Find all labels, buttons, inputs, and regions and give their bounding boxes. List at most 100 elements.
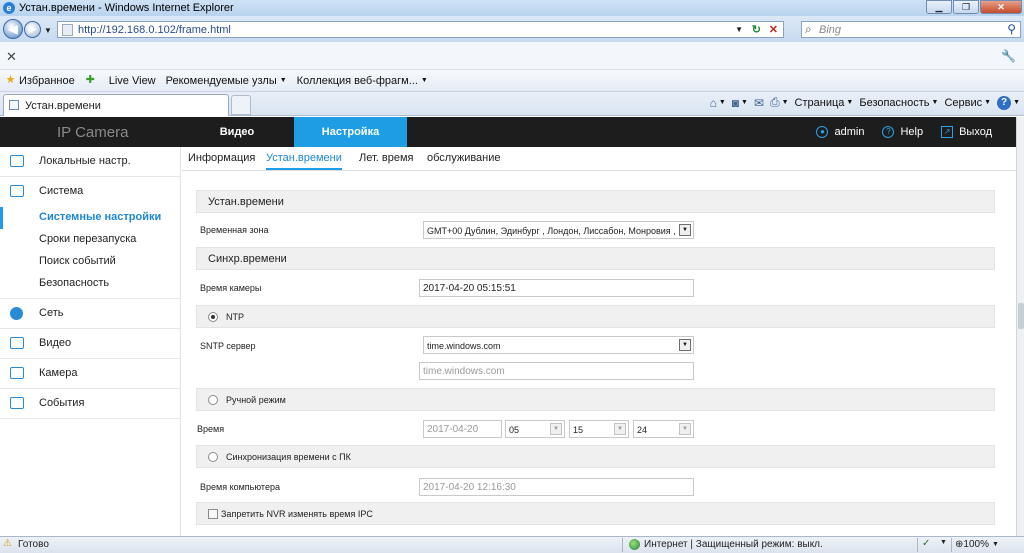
sidebar-subitem-reboot-schedule[interactable]: Сроки перезапуска: [0, 229, 180, 251]
image-icon: [10, 367, 24, 379]
close-bar-icon[interactable]: ✕: [6, 49, 17, 65]
sidebar: Локальные настр. Система Системные настр…: [0, 147, 181, 536]
zoom-control[interactable]: ⊕ 100% ▼: [955, 539, 999, 550]
favorite-suggested-sites[interactable]: e Рекомендуемые узлы ▼: [0, 75, 287, 198]
scrollbar-thumb[interactable]: [1018, 303, 1024, 329]
forward-button[interactable]: ▶: [24, 21, 41, 38]
tab-row: Устан.времени ⌂ ▼ ◙ ▼ ✉ ⎙ ▼ Страница ▼ Безоп…: [0, 92, 1024, 116]
sidebar-item-network[interactable]: Сеть: [0, 299, 180, 329]
manual-second-select[interactable]: 24 ▼: [633, 420, 694, 438]
wrench-icon[interactable]: 🔧: [1001, 49, 1016, 63]
window-controls: ▁ ❐ ✕: [925, 0, 1022, 14]
command-bar: ⌂ ▼ ◙ ▼ ✉ ⎙ ▼ Страница ▼ Безопасность ▼ Серви…: [704, 95, 1020, 110]
chevron-down-icon[interactable]: ▼: [940, 539, 947, 546]
chevron-down-icon: ▼: [614, 423, 626, 435]
sidebar-item-local[interactable]: Локальные настр.: [0, 147, 180, 177]
ntp-row: NTP: [196, 305, 995, 328]
safety-menu[interactable]: Безопасность ▼: [859, 97, 938, 109]
sidebar-item-video[interactable]: Видео: [0, 329, 180, 359]
nav-video[interactable]: Видео: [197, 117, 277, 147]
page-icon: [9, 100, 19, 110]
address-bar[interactable]: http://192.168.0.102/frame.html ▼ ↻ ✕: [57, 21, 784, 38]
favorite-live-view[interactable]: e Live View: [0, 75, 156, 198]
history-dropdown-icon[interactable]: ▼: [44, 26, 52, 35]
browser-tab[interactable]: Устан.времени: [3, 94, 229, 116]
add-favorite-button[interactable]: ✚: [85, 75, 99, 86]
nav-setup[interactable]: Настройка: [294, 117, 407, 147]
search-box[interactable]: ⌕ Bing ⚲: [801, 21, 1021, 38]
tab-maintenance[interactable]: обслуживание: [427, 152, 501, 164]
ntp-radio[interactable]: [208, 312, 218, 322]
main-panel: Информация Устан.времени Лет. время обсл…: [182, 147, 1016, 536]
help-link[interactable]: ? Help: [882, 126, 923, 138]
sidebar-subitem-event-search[interactable]: Поиск событий: [0, 251, 180, 273]
favorites-button[interactable]: ★ Избранное: [5, 75, 75, 87]
timezone-select[interactable]: GMT+00 Дублин, Эдинбург , Лондон, Лиссаб…: [423, 221, 694, 239]
manual-minute-select[interactable]: 15 ▼: [569, 420, 629, 438]
camera-time-field: 2017-04-20 05:15:51: [419, 279, 694, 297]
events-icon: [10, 397, 24, 409]
nvr-lock-row: Запретить NVR изменять время IPC: [196, 502, 995, 525]
sntp-custom-input[interactable]: time.windows.com: [419, 362, 694, 380]
chevron-down-icon: ▼: [679, 224, 691, 236]
status-text: Готово: [18, 539, 49, 550]
manual-hour-select[interactable]: 05 ▼: [505, 420, 565, 438]
tab-info[interactable]: Информация: [188, 152, 255, 164]
close-window-button[interactable]: ✕: [980, 0, 1022, 14]
address-text[interactable]: http://192.168.0.102/frame.html: [78, 24, 231, 36]
back-button[interactable]: ◀: [3, 19, 23, 39]
logout-icon: ↗: [941, 126, 954, 138]
manual-mode-radio[interactable]: [208, 395, 218, 405]
search-icon[interactable]: ⚲: [1007, 22, 1016, 36]
chevron-down-icon: ▼: [550, 423, 562, 435]
protected-mode-icon[interactable]: ✓: [922, 538, 930, 549]
tab-dst[interactable]: Лет. время: [359, 152, 414, 164]
home-button[interactable]: ⌂ ▼: [710, 96, 726, 110]
feeds-button[interactable]: ◙ ▼: [732, 96, 748, 110]
security-zone[interactable]: Интернет | Защищенный режим: выкл.: [629, 539, 823, 550]
sidebar-item-camera[interactable]: Камера: [0, 359, 180, 389]
sidebar-subitem-system-settings[interactable]: Системные настройки: [0, 207, 180, 229]
logout-link[interactable]: ↗ Выход: [941, 126, 992, 138]
help-icon: ?: [997, 95, 1012, 110]
globe-icon: [10, 307, 23, 320]
page-content: IP Camera Видео Настройка ● admin ? Help…: [0, 117, 1016, 536]
address-dropdown-icon[interactable]: ▼: [735, 25, 743, 34]
video-icon: [10, 337, 24, 349]
stop-icon[interactable]: ✕: [769, 23, 778, 36]
new-tab-button[interactable]: [231, 95, 251, 115]
page-scrollbar[interactable]: [1016, 117, 1024, 536]
refresh-icon[interactable]: ↻: [752, 23, 761, 36]
user-links: ● admin ? Help ↗ Выход: [798, 117, 992, 147]
settings-tabs: Информация Устан.времени Лет. время обсл…: [182, 147, 1016, 171]
sntp-server-select[interactable]: time.windows.com ▼: [423, 336, 694, 354]
manual-time-label: Время: [197, 424, 225, 434]
favorite-web-slice-gallery[interactable]: e Коллекция веб-фрагм... ▼: [0, 75, 428, 198]
pc-sync-radio[interactable]: [208, 452, 218, 462]
system-submenu: Системные настройки Сроки перезапуска По…: [0, 207, 180, 299]
tab-time-settings[interactable]: Устан.времени: [266, 152, 342, 170]
tab-title: Устан.времени: [25, 100, 101, 112]
minimize-button[interactable]: ▁: [926, 0, 952, 14]
chevron-down-icon: ▼: [679, 339, 691, 351]
printer-icon: ⎙: [770, 95, 780, 109]
print-button[interactable]: ⎙ ▼: [770, 95, 789, 110]
maximize-button[interactable]: ❐: [953, 0, 979, 14]
ie-logo-icon: e: [3, 2, 15, 14]
page-menu[interactable]: Страница ▼: [795, 97, 854, 109]
tools-menu[interactable]: Сервис ▼: [944, 97, 991, 109]
help-menu[interactable]: ? ▼: [997, 95, 1020, 110]
sidebar-item-events[interactable]: События: [0, 389, 180, 419]
nvr-lock-checkbox[interactable]: [208, 509, 218, 519]
add-favorite-icon: ✚: [85, 74, 95, 86]
search-placeholder[interactable]: Bing: [819, 24, 841, 36]
sidebar-item-system[interactable]: Система: [0, 177, 180, 207]
chevron-down-icon: ▼: [679, 423, 691, 435]
manual-date-input[interactable]: 2017-04-20: [423, 420, 502, 438]
mail-icon: ✉: [753, 95, 764, 110]
chevron-down-icon: ▼: [279, 77, 287, 84]
mail-button[interactable]: ✉: [754, 96, 764, 110]
user-link[interactable]: ● admin: [816, 126, 864, 138]
sidebar-subitem-security[interactable]: Безопасность: [0, 273, 180, 295]
help-icon: ?: [882, 126, 895, 138]
